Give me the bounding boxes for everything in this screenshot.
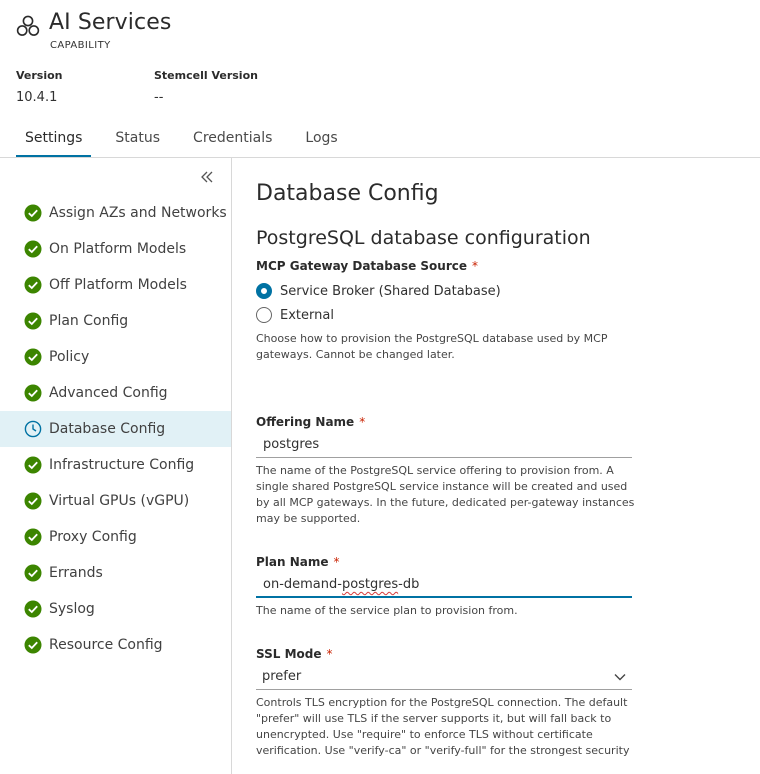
- database-source-help: Choose how to provision the PostgreSQL d…: [256, 331, 636, 363]
- check-circle-icon: [24, 528, 42, 546]
- tab-bar: Settings Status Credentials Logs: [16, 127, 362, 158]
- sidebar-item-policy[interactable]: Policy: [0, 339, 231, 375]
- sidebar-item-label: Resource Config: [49, 637, 163, 653]
- radio-button-checked[interactable]: [256, 283, 272, 299]
- sidebar-item-label: Plan Config: [49, 313, 129, 329]
- subsection-heading: PostgreSQL database configuration: [256, 227, 591, 249]
- sidebar-nav: Assign AZs and Networks On Platform Mode…: [0, 195, 231, 663]
- tab-settings[interactable]: Settings: [16, 127, 92, 158]
- offering-name-input[interactable]: postgres: [256, 434, 632, 458]
- plan-name-label-text: Plan Name: [256, 555, 329, 569]
- page-subtitle: CAPABILITY: [50, 40, 111, 51]
- sidebar-item-virtual-gpus[interactable]: Virtual GPUs (vGPU): [0, 483, 231, 519]
- section-heading: Database Config: [256, 181, 439, 206]
- page-title: AI Services: [49, 10, 172, 35]
- required-marker: *: [333, 555, 340, 569]
- plan-name-value-prefix: on-demand-: [263, 577, 342, 592]
- required-marker: *: [326, 647, 333, 661]
- check-circle-icon: [24, 384, 42, 402]
- sidebar-item-label: Infrastructure Config: [49, 457, 195, 473]
- radio-external[interactable]: External: [256, 307, 334, 323]
- required-marker: *: [472, 259, 478, 273]
- radio-label: Service Broker (Shared Database): [280, 283, 501, 299]
- ssl-mode-label-text: SSL Mode: [256, 647, 322, 661]
- plan-name-input[interactable]: on-demand-postgres-db: [256, 574, 632, 598]
- check-circle-icon: [24, 312, 42, 330]
- check-circle-icon: [24, 636, 42, 654]
- sidebar-item-label: Database Config: [49, 421, 166, 437]
- check-circle-icon: [24, 600, 42, 618]
- ssl-mode-select[interactable]: prefer: [256, 666, 632, 690]
- sidebar-item-advanced-config[interactable]: Advanced Config: [0, 375, 231, 411]
- radio-service-broker[interactable]: Service Broker (Shared Database): [256, 283, 501, 299]
- sidebar-item-label: Virtual GPUs (vGPU): [49, 493, 190, 509]
- sidebar-item-database-config[interactable]: Database Config: [0, 411, 231, 447]
- tab-credentials[interactable]: Credentials: [184, 127, 281, 158]
- sidebar-item-proxy-config[interactable]: Proxy Config: [0, 519, 231, 555]
- help-line: Choose how to provision the PostgreSQL d…: [256, 332, 608, 345]
- sidebar-item-on-platform-models[interactable]: On Platform Models: [0, 231, 231, 267]
- tab-status[interactable]: Status: [106, 127, 169, 158]
- radio-button[interactable]: [256, 307, 272, 323]
- double-chevron-left-icon[interactable]: [197, 168, 217, 186]
- help-line: "prefer" will use TLS if the server supp…: [256, 712, 612, 725]
- help-line: Controls TLS encryption for the PostgreS…: [256, 696, 628, 709]
- hexagon-cluster-icon: [16, 15, 40, 36]
- ssl-mode-selected-value: prefer: [262, 669, 302, 684]
- check-circle-icon: [24, 564, 42, 582]
- database-source-label-text: MCP Gateway Database Source: [256, 259, 467, 273]
- sidebar-item-label: Errands: [49, 565, 103, 581]
- sidebar-item-plan-config[interactable]: Plan Config: [0, 303, 231, 339]
- chevron-down-icon: [614, 674, 626, 681]
- sidebar-item-label: Policy: [49, 349, 90, 365]
- sidebar-item-label: Proxy Config: [49, 529, 137, 545]
- help-line: may be supported.: [256, 512, 361, 525]
- sidebar-item-label: Advanced Config: [49, 385, 168, 401]
- check-circle-icon: [24, 276, 42, 294]
- radio-label: External: [280, 307, 334, 323]
- sidebar-item-assign-azs[interactable]: Assign AZs and Networks: [0, 195, 231, 231]
- database-source-label: MCP Gateway Database Source *: [256, 259, 478, 273]
- plan-name-help: The name of the service plan to provisio…: [256, 604, 518, 617]
- ssl-mode-help: Controls TLS encryption for the PostgreS…: [256, 695, 636, 759]
- offering-name-label-text: Offering Name: [256, 415, 355, 429]
- sidebar-item-label: Assign AZs and Networks: [49, 205, 227, 221]
- help-line: gateways. Cannot be changed later.: [256, 348, 455, 361]
- check-circle-icon: [24, 492, 42, 510]
- check-circle-icon: [24, 240, 42, 258]
- ssl-mode-label: SSL Mode *: [256, 647, 332, 661]
- sidebar-item-label: Off Platform Models: [49, 277, 187, 293]
- sidebar-item-label: On Platform Models: [49, 241, 187, 257]
- check-circle-icon: [24, 204, 42, 222]
- version-label: Version: [16, 69, 63, 82]
- stemcell-version-label: Stemcell Version: [154, 69, 258, 82]
- help-line: The name of the PostgreSQL service offer…: [256, 464, 614, 477]
- plan-name-label: Plan Name *: [256, 555, 340, 569]
- required-marker: *: [359, 415, 366, 429]
- clock-icon: [24, 420, 42, 438]
- help-line: verification. Use "verify-ca" or "verify…: [256, 744, 630, 757]
- sidebar-item-errands[interactable]: Errands: [0, 555, 231, 591]
- sidebar-item-syslog[interactable]: Syslog: [0, 591, 231, 627]
- check-circle-icon: [24, 348, 42, 366]
- version-value: 10.4.1: [16, 90, 58, 105]
- sidebar: Assign AZs and Networks On Platform Mode…: [0, 158, 232, 774]
- sidebar-item-label: Syslog: [49, 601, 95, 617]
- help-line: by all MCP gateways. In the future, dedi…: [256, 496, 635, 509]
- sidebar-item-resource-config[interactable]: Resource Config: [0, 627, 231, 663]
- check-circle-icon: [24, 456, 42, 474]
- plan-name-value-suffix: -db: [398, 577, 420, 592]
- offering-name-help: The name of the PostgreSQL service offer…: [256, 463, 636, 527]
- help-line: single shared PostgreSQL service instanc…: [256, 480, 628, 493]
- stemcell-version-value: --: [154, 90, 164, 105]
- sidebar-item-infrastructure-config[interactable]: Infrastructure Config: [0, 447, 231, 483]
- sidebar-item-off-platform-models[interactable]: Off Platform Models: [0, 267, 231, 303]
- help-line: unencrypted. Use "require" to enforce TL…: [256, 728, 593, 741]
- tab-logs[interactable]: Logs: [296, 127, 346, 158]
- offering-name-label: Offering Name *: [256, 415, 365, 429]
- plan-name-value-misspelled: postgres: [341, 577, 399, 592]
